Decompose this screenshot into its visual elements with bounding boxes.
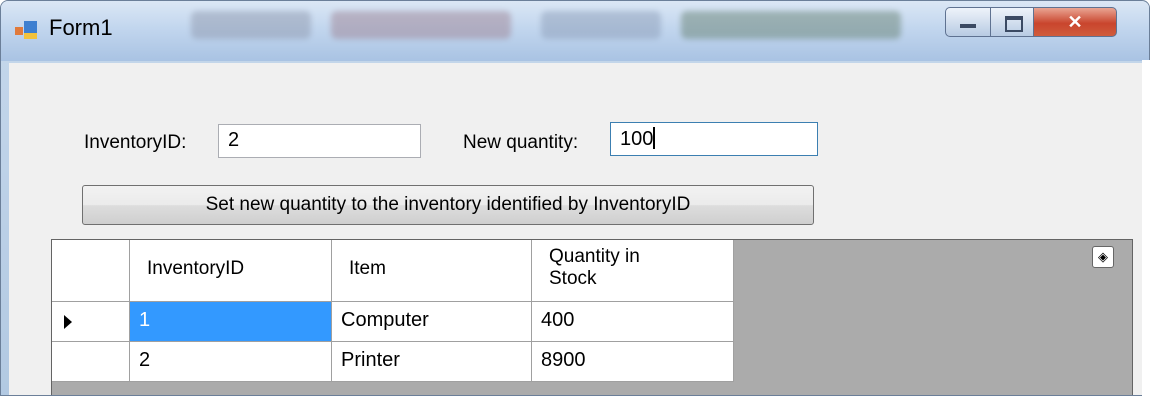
minimize-button[interactable] — [945, 7, 991, 37]
blurred-background — [541, 11, 661, 39]
background-strip — [1142, 60, 1156, 396]
inventory-data-grid[interactable]: InventoryID Item Quantity in Stock 1 Com… — [51, 239, 1133, 395]
minimize-icon — [960, 24, 976, 28]
table-cell-quantity[interactable]: 400 — [532, 302, 734, 342]
inventory-id-input[interactable]: 2 — [218, 124, 421, 158]
form-app-icon[interactable] — [15, 21, 37, 39]
table-cell-inventoryid[interactable]: 1 — [130, 302, 332, 342]
table-cell-inventoryid[interactable]: 2 — [130, 342, 332, 382]
blurred-background — [331, 11, 511, 39]
blurred-background — [681, 11, 901, 39]
blurred-background — [191, 11, 311, 39]
column-header-inventoryid[interactable]: InventoryID — [130, 240, 332, 302]
form-window: Form1 ✕ InventoryID: 2 New quantity: 100… — [0, 0, 1150, 396]
layers-icon[interactable]: ◈ — [1092, 246, 1114, 268]
close-icon: ✕ — [1067, 12, 1083, 32]
new-quantity-value: 100 — [620, 128, 654, 150]
inventory-id-label: InventoryID: — [84, 132, 187, 153]
table-cell-quantity[interactable]: 8900 — [532, 342, 734, 382]
text-caret — [653, 127, 656, 149]
window-title: Form1 — [49, 15, 113, 40]
grid-top-left-header[interactable] — [52, 240, 130, 302]
inventory-id-value: 2 — [228, 129, 240, 151]
table-cell-item[interactable]: Computer — [332, 302, 532, 342]
set-quantity-button[interactable]: Set new quantity to the inventory identi… — [82, 185, 814, 225]
table-cell-item[interactable]: Printer — [332, 342, 532, 382]
column-header-quantity-in-stock[interactable]: Quantity in Stock — [532, 240, 734, 302]
title-bar[interactable]: Form1 ✕ — [1, 1, 1149, 61]
current-row-arrow-icon — [64, 315, 72, 329]
form-client-area: InventoryID: 2 New quantity: 100 Set new… — [9, 63, 1143, 395]
maximize-button[interactable] — [990, 7, 1034, 37]
new-quantity-input[interactable]: 100 — [610, 122, 818, 156]
column-header-item[interactable]: Item — [332, 240, 532, 302]
row-header[interactable] — [52, 302, 130, 342]
maximize-icon — [1005, 16, 1023, 32]
close-button[interactable]: ✕ — [1033, 7, 1117, 37]
new-quantity-label: New quantity: — [463, 132, 579, 153]
row-header[interactable] — [52, 342, 130, 382]
